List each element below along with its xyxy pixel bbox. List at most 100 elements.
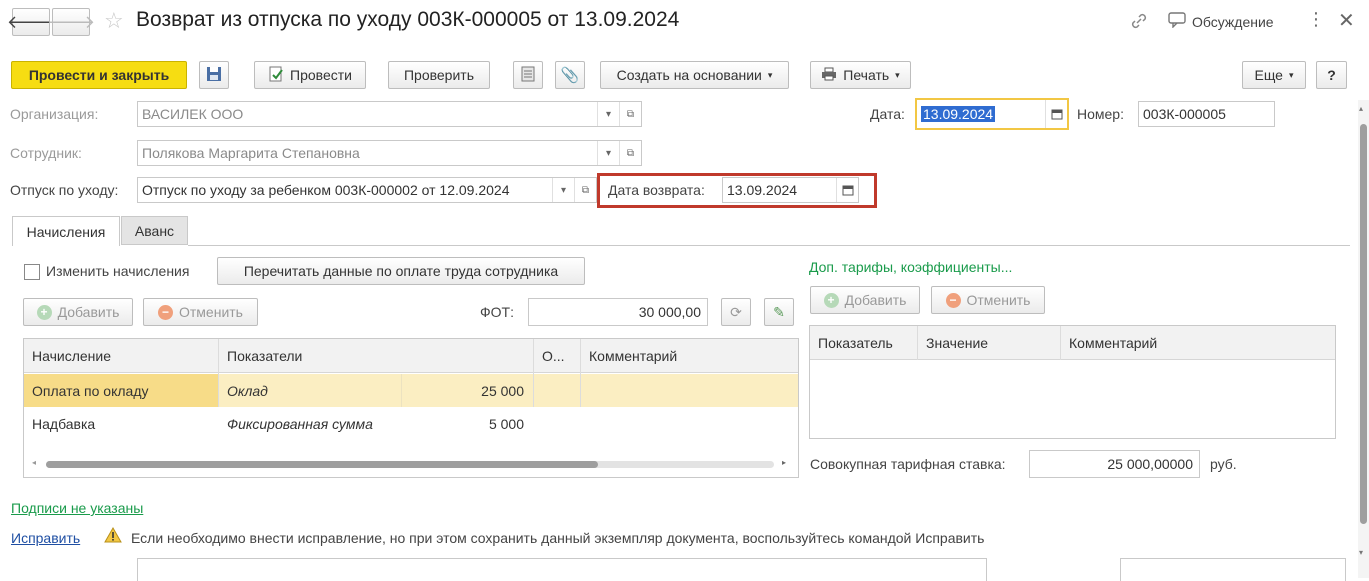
leave-field[interactable]: Отпуск по уходу за ребенком 003К-000002 … <box>137 177 597 203</box>
minus-icon: − <box>158 304 173 320</box>
leave-value: Отпуск по уходу за ребенком 003К-000002 … <box>142 182 510 198</box>
fix-link[interactable]: Исправить <box>11 530 80 546</box>
row2-name: Надбавка <box>32 415 96 432</box>
discussion-button[interactable]: Обсуждение <box>1168 12 1274 31</box>
check-label: Проверить <box>403 67 474 83</box>
more-menu-icon[interactable]: ⋮ <box>1307 9 1325 30</box>
scroll-down-arrow-icon[interactable]: ▾ <box>1359 548 1363 557</box>
attach-button[interactable]: 📎 <box>555 61 585 89</box>
cancel-tariff-button[interactable]: − Отменить <box>931 286 1045 314</box>
comment-field[interactable] <box>137 558 987 581</box>
calendar-icon[interactable] <box>836 178 858 202</box>
tab-advance[interactable]: Аванс <box>121 216 188 245</box>
employee-field[interactable]: Полякова Маргарита Степановна ▾ ⧉ <box>137 140 642 166</box>
add-tariff-label: Добавить <box>844 292 907 308</box>
post-and-close-button[interactable]: Провести и закрыть <box>11 61 187 89</box>
total-rate-field[interactable]: 25 000,00000 <box>1029 450 1200 478</box>
open-icon[interactable]: ⧉ <box>574 178 596 202</box>
col-indicator[interactable]: Показатель <box>810 326 916 360</box>
col-comment[interactable]: Комментарий <box>581 339 798 373</box>
help-button[interactable]: ? <box>1316 61 1347 89</box>
dropdown-arrow-icon[interactable]: ▾ <box>597 102 619 126</box>
col-indicators[interactable]: Показатели <box>219 339 533 373</box>
horizontal-scrollbar[interactable] <box>46 461 774 468</box>
change-accruals-checkbox[interactable] <box>24 264 40 280</box>
warning-text: Если необходимо внести исправление, но п… <box>131 530 985 546</box>
create-based-button[interactable]: Создать на основании ▾ <box>600 61 789 89</box>
back-button[interactable]: 🡐 <box>7 8 55 36</box>
fot-value: 30 000,00 <box>638 304 701 320</box>
more-button[interactable]: Еще ▾ <box>1242 61 1306 89</box>
calendar-icon[interactable] <box>1045 100 1067 128</box>
row1-value: 25 000 <box>481 382 524 399</box>
edit-button[interactable]: ✎ <box>764 298 794 326</box>
favorite-star-icon[interactable]: ☆ <box>104 8 124 34</box>
row1-indicator: Оклад <box>227 382 268 399</box>
warning-icon <box>104 526 122 546</box>
date-label: Дата: <box>870 106 905 122</box>
post-button[interactable]: Провести <box>254 61 366 89</box>
link-icon[interactable] <box>1128 10 1150 32</box>
scroll-up-arrow-icon[interactable]: ▴ <box>1359 104 1363 113</box>
reread-button[interactable]: Перечитать данные по оплате труда сотруд… <box>217 257 585 285</box>
arrow-right-icon: 🡒 <box>46 11 96 32</box>
tab-advance-label: Аванс <box>134 222 175 239</box>
employee-value: Полякова Маргарита Степановна <box>142 145 360 161</box>
refresh-icon: ⟳ <box>730 303 742 320</box>
post-icon <box>268 66 284 85</box>
col-divider <box>580 339 581 407</box>
open-icon[interactable]: ⧉ <box>619 102 641 126</box>
scrollbar-thumb[interactable] <box>1360 124 1367 524</box>
save-icon <box>206 66 222 85</box>
col-divider <box>218 339 219 407</box>
tariffs-link[interactable]: Доп. тарифы, коэффициенты... <box>809 259 1012 275</box>
col-divider <box>1060 326 1061 360</box>
leave-label: Отпуск по уходу: <box>10 182 119 198</box>
accruals-table: Начисление Показатели О... Комментарий О… <box>23 338 799 478</box>
col-accrual[interactable]: Начисление <box>24 339 218 373</box>
col-o[interactable]: О... <box>534 339 580 373</box>
scroll-left-arrow-icon[interactable]: ◂ <box>32 458 36 467</box>
return-date-label: Дата возврата: <box>608 182 705 198</box>
cancel-tariff-label: Отменить <box>966 292 1031 308</box>
open-icon[interactable]: ⧉ <box>619 141 641 165</box>
print-label: Печать <box>843 67 890 83</box>
col-value[interactable]: Значение <box>918 326 1058 360</box>
save-button[interactable] <box>199 61 229 89</box>
tariffs-table: Показатель Значение Комментарий <box>809 325 1336 439</box>
number-field[interactable]: 003К-000005 <box>1138 101 1275 127</box>
return-date-value: 13.09.2024 <box>727 182 798 198</box>
fot-field[interactable]: 30 000,00 <box>528 298 708 326</box>
dropdown-arrow-icon: ▾ <box>895 69 900 80</box>
change-accruals-label: Изменить начисления <box>46 263 190 279</box>
signatures-link[interactable]: Подписи не указаны <box>11 500 143 516</box>
number-value: 003К-000005 <box>1143 106 1226 122</box>
document-journal-button[interactable] <box>513 61 543 89</box>
post-and-close-label: Провести и закрыть <box>28 67 170 83</box>
return-date-field[interactable]: 13.09.2024 <box>722 177 859 203</box>
forward-button[interactable]: 🡒 <box>47 8 95 36</box>
cancel-accrual-button[interactable]: − Отменить <box>143 298 258 326</box>
plus-icon: + <box>36 304 52 320</box>
org-field[interactable]: ВАСИЛЕК ООО ▾ ⧉ <box>137 101 642 127</box>
scroll-right-arrow-icon[interactable]: ▸ <box>782 458 786 467</box>
refresh-button[interactable]: ⟳ <box>721 298 751 326</box>
check-button[interactable]: Проверить <box>388 61 490 89</box>
close-icon[interactable]: ✕ <box>1338 8 1355 33</box>
date-value: 13.09.2024 <box>921 106 996 122</box>
vertical-scrollbar[interactable]: ▴ ▾ <box>1358 100 1369 578</box>
minus-icon: − <box>945 292 961 308</box>
col-comment[interactable]: Комментарий <box>1061 326 1331 360</box>
dropdown-arrow-icon[interactable]: ▾ <box>552 178 574 202</box>
dropdown-arrow-icon[interactable]: ▾ <box>597 141 619 165</box>
paperclip-icon: 📎 <box>560 67 580 84</box>
scrollbar-thumb[interactable] <box>46 461 598 468</box>
add-tariff-button[interactable]: + Добавить <box>810 286 920 314</box>
tab-accruals[interactable]: Начисления <box>12 216 120 246</box>
date-field[interactable]: 13.09.2024 <box>915 98 1069 130</box>
print-button[interactable]: Печать ▾ <box>810 61 911 89</box>
tab-underline <box>188 245 1350 246</box>
printer-icon <box>821 67 837 84</box>
add-accrual-button[interactable]: + Добавить <box>23 298 133 326</box>
responsible-field[interactable] <box>1120 558 1346 581</box>
